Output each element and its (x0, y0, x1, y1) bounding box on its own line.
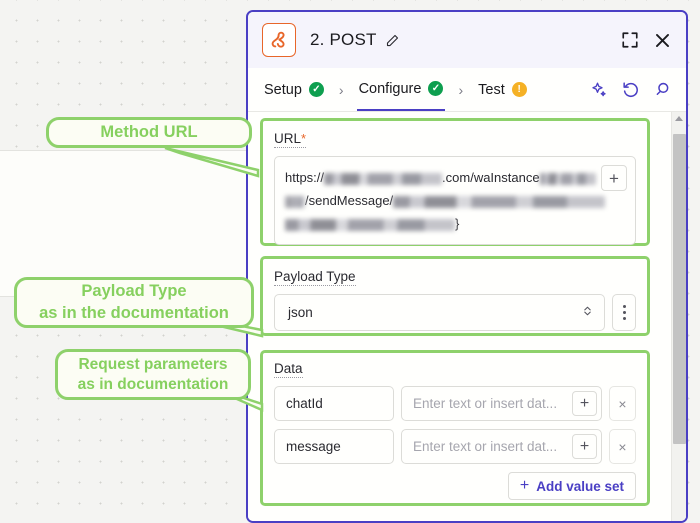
data-value-input[interactable]: Enter text or insert dat... + (401, 429, 602, 464)
data-value-placeholder: Enter text or insert dat... (413, 396, 572, 411)
background-node (0, 150, 255, 297)
chevron-updown-icon (581, 303, 594, 322)
tab-separator: › (458, 82, 463, 98)
status-badge: ! (512, 82, 527, 97)
search-icon[interactable] (653, 80, 672, 99)
url-line-1: https://.com/waInstance (285, 166, 627, 189)
redacted-text (393, 196, 605, 208)
tab-configure[interactable]: Configure ✓ (357, 68, 446, 111)
data-value-placeholder: Enter text or insert dat... (413, 439, 572, 454)
tab-setup[interactable]: Setup ✓ (262, 68, 326, 111)
annotation-line-1: Payload Type (81, 281, 186, 302)
expand-icon[interactable] (621, 31, 639, 49)
ai-sparkle-icon[interactable] (590, 81, 608, 99)
remove-row-button[interactable]: × (609, 429, 636, 464)
wizard-tabs: Setup ✓ › Configure ✓ › Test ! (248, 68, 686, 112)
insert-data-button[interactable]: + (572, 434, 597, 459)
data-key-input[interactable]: chatId (274, 386, 394, 421)
payload-type-row: json (274, 294, 636, 331)
url-input[interactable]: https://.com/waInstance /sendMessage/ } … (274, 156, 636, 245)
payload-type-label: Payload Type (274, 269, 356, 286)
undo-icon[interactable] (621, 80, 640, 99)
url-line-2: /sendMessage/ (285, 189, 627, 212)
data-row: chatId Enter text or insert dat... + × (274, 386, 636, 421)
data-key-input[interactable]: message (274, 429, 394, 464)
configuration-panel: 2. POST (246, 10, 688, 523)
tab-setup-label: Setup (264, 82, 302, 98)
data-label: Data (274, 361, 303, 378)
scroll-up-arrow[interactable] (675, 116, 683, 121)
annotation-line-1: Request parameters (78, 355, 227, 375)
vertical-scrollbar[interactable] (671, 112, 686, 521)
tab-configure-label: Configure (359, 81, 422, 97)
annotation-payload-type: Payload Type as in the documentation (14, 277, 254, 328)
status-badge: ✓ (309, 82, 324, 97)
data-row: message Enter text or insert dat... + × (274, 429, 636, 464)
pencil-icon[interactable] (385, 33, 400, 48)
annotation-line-2: as in documentation (78, 375, 229, 395)
add-value-set-label: Add value set (536, 479, 624, 494)
tab-toolbar (590, 80, 672, 99)
redacted-text (285, 196, 305, 208)
tab-test[interactable]: Test ! (476, 68, 529, 111)
data-value-input[interactable]: Enter text or insert dat... + (401, 386, 602, 421)
lambda-knot-icon (262, 23, 296, 57)
payload-type-section: Payload Type json (262, 260, 660, 340)
header-actions (621, 31, 672, 50)
page-title: 2. POST (310, 30, 377, 50)
url-section: URL* https://.com/waInstance /sendMessag… (262, 126, 660, 248)
add-value-set-row: + Add value set (274, 472, 636, 500)
payload-type-select[interactable]: json (274, 294, 605, 331)
redacted-text (324, 173, 442, 185)
required-marker: * (301, 131, 306, 146)
data-section: Data chatId Enter text or insert dat... … (262, 352, 660, 502)
tab-separator: › (339, 82, 344, 98)
insert-data-button[interactable]: + (572, 391, 597, 416)
remove-row-button[interactable]: × (609, 386, 636, 421)
annotation-line-2: as in the documentation (39, 303, 229, 324)
redacted-text (285, 219, 455, 231)
payload-type-value: json (288, 305, 313, 320)
redacted-text (540, 173, 596, 185)
url-line-3: } (285, 212, 627, 235)
more-vertical-icon[interactable] (612, 294, 636, 331)
close-icon[interactable] (653, 31, 672, 50)
canvas: 2. POST (0, 0, 700, 523)
annotation-method-url: Method URL (46, 117, 252, 148)
panel-header: 2. POST (248, 12, 686, 68)
plus-icon: + (520, 477, 529, 495)
status-badge: ✓ (428, 81, 443, 96)
scrollbar-thumb[interactable] (673, 134, 686, 444)
annotation-line-1: Method URL (100, 122, 197, 143)
panel-body: URL* https://.com/waInstance /sendMessag… (248, 112, 686, 521)
url-insert-button[interactable]: + (601, 165, 627, 191)
add-value-set-button[interactable]: + Add value set (508, 472, 636, 500)
tab-test-label: Test (478, 82, 505, 98)
url-label: URL* (274, 131, 306, 148)
annotation-request-parameters: Request parameters as in documentation (55, 349, 251, 400)
